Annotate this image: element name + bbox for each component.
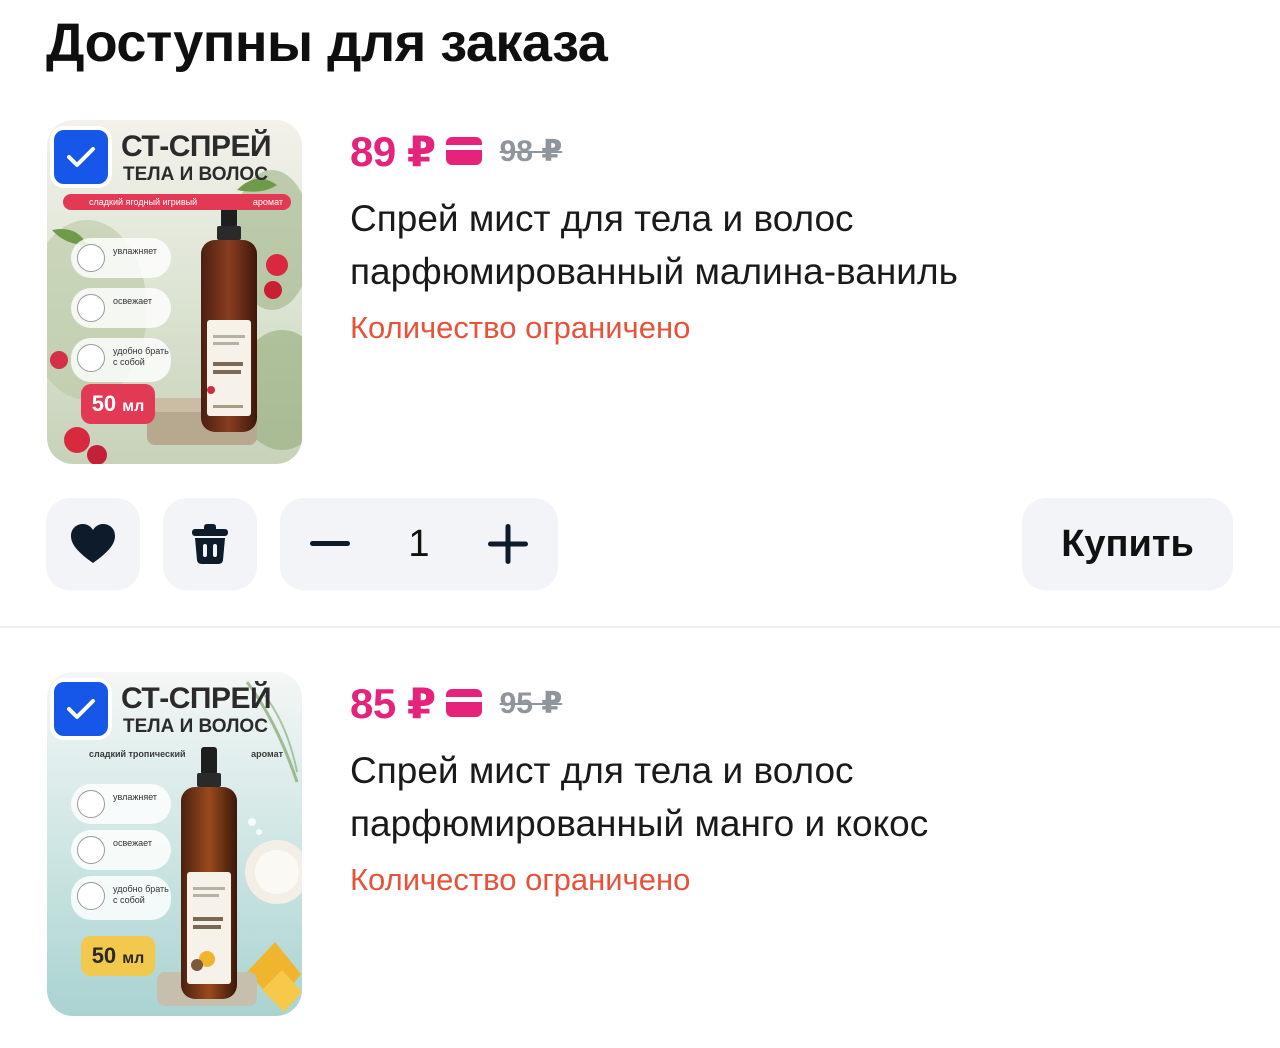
stock-warning: Количество ограничено xyxy=(350,862,691,897)
volume-badge: 50 мл xyxy=(81,384,155,424)
tagline-left: сладкий ягодный игривый xyxy=(89,197,198,207)
price-row: 89 ₽ 98 ₽ xyxy=(350,126,562,176)
bag-icon xyxy=(77,882,105,910)
stock-warning: Количество ограничено xyxy=(350,310,691,345)
bank-card-icon xyxy=(445,689,482,717)
check-icon xyxy=(67,699,95,719)
bank-card-icon xyxy=(445,137,482,165)
benefit-badge: увлажняет xyxy=(71,784,171,824)
volume-number: 50 xyxy=(91,391,117,416)
benefit-text: увлажняет xyxy=(113,246,158,256)
image-tagline: сладкий тропический аромат xyxy=(63,746,291,762)
decrease-button[interactable] xyxy=(306,520,354,568)
benefit-text: освежает xyxy=(113,296,152,306)
bottle-illustration xyxy=(181,747,237,999)
current-price: 85 ₽ xyxy=(350,679,436,727)
image-tagline: сладкий ягодный игривый аромат xyxy=(63,194,291,210)
check-icon xyxy=(67,147,95,167)
trash-icon xyxy=(192,524,228,564)
droplet-icon xyxy=(77,790,105,818)
heart-icon xyxy=(71,524,115,563)
product-title[interactable]: Спрей мист для тела и волос парфюмирован… xyxy=(350,744,1070,850)
benefit-badge: освежает xyxy=(71,288,171,328)
product-title[interactable]: Спрей мист для тела и волос парфюмирован… xyxy=(350,192,1070,298)
plus-icon xyxy=(488,524,528,564)
section-title: Доступны для заказа xyxy=(46,13,608,73)
benefit-text: удобно брать с собой xyxy=(113,346,169,367)
benefit-badge: увлажняет xyxy=(71,238,171,278)
bottle-illustration xyxy=(201,200,257,432)
tagline-left: сладкий тропический xyxy=(89,749,186,759)
leaf-icon xyxy=(77,836,105,864)
droplet-icon xyxy=(77,244,105,272)
volume-number: 50 xyxy=(91,943,117,968)
divider xyxy=(0,626,1280,628)
old-price: 95 ₽ xyxy=(499,686,563,720)
leaf-icon xyxy=(77,294,105,322)
benefit-text: увлажняет xyxy=(113,792,158,802)
select-checkbox[interactable] xyxy=(50,678,112,740)
bag-icon xyxy=(77,344,105,372)
quantity-stepper: 1 xyxy=(280,498,558,590)
volume-unit: мл xyxy=(122,398,145,415)
image-headline: СТ-СПРЕЙ xyxy=(121,682,272,715)
minus-icon xyxy=(310,541,350,546)
quantity-value: 1 xyxy=(408,522,430,565)
item-actions: 1 Купить xyxy=(0,498,1280,590)
tagline-right: аромат xyxy=(251,749,283,759)
old-price: 98 ₽ xyxy=(499,134,563,168)
buy-button[interactable]: Купить xyxy=(1022,498,1233,590)
favorite-button[interactable] xyxy=(46,498,140,590)
benefit-badge: удобно брать с собой xyxy=(71,876,171,920)
increase-button[interactable] xyxy=(484,520,532,568)
price-row: 85 ₽ 95 ₽ xyxy=(350,678,562,728)
benefit-badge: освежает xyxy=(71,830,171,870)
volume-badge: 50 мл xyxy=(81,936,155,976)
delete-button[interactable] xyxy=(163,498,257,590)
benefit-badge: удобно брать с собой xyxy=(71,338,171,382)
volume-unit: мл xyxy=(122,950,145,967)
image-headline: СТ-СПРЕЙ xyxy=(121,130,272,163)
cart-page: Доступны для заказа СТ-СПРЕЙ ТЕЛА И ВОЛО… xyxy=(0,0,1280,1048)
image-subline: ТЕЛА И ВОЛОС xyxy=(123,164,268,185)
benefit-text: удобно брать с собой xyxy=(113,884,169,905)
image-subline: ТЕЛА И ВОЛОС xyxy=(123,716,268,737)
current-price: 89 ₽ xyxy=(350,127,436,175)
select-checkbox[interactable] xyxy=(50,126,112,188)
benefit-text: освежает xyxy=(113,838,152,848)
tagline-right: аромат xyxy=(252,197,283,207)
